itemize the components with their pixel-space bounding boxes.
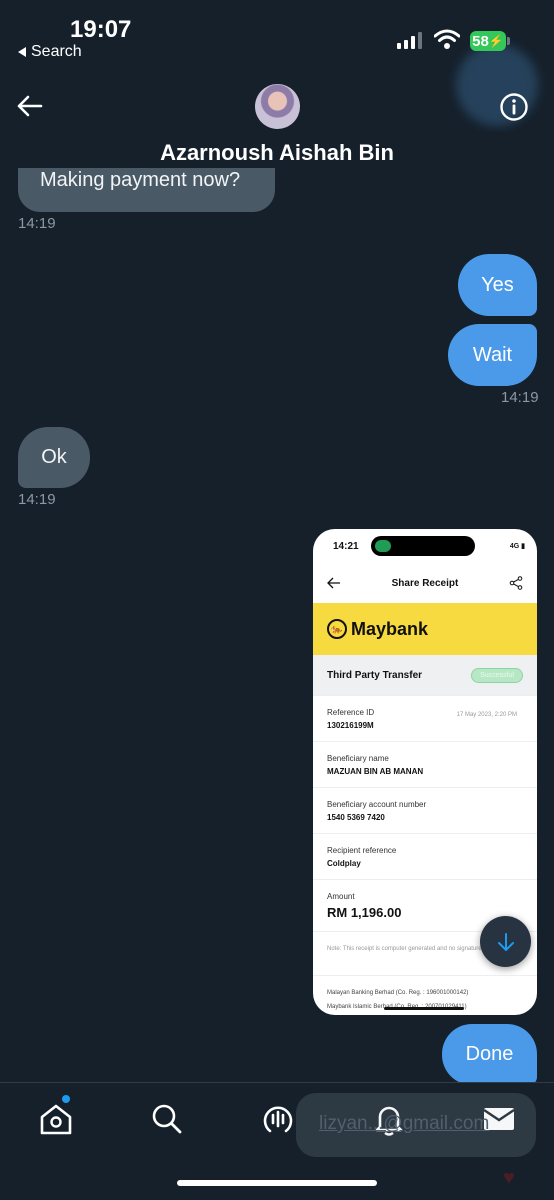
dynamic-island bbox=[371, 536, 475, 556]
message-text: Done bbox=[465, 1043, 514, 1065]
beneficiary-value: MAZUAN BIN AB MANAN bbox=[327, 766, 424, 776]
message-text: Making payment now? bbox=[40, 169, 241, 191]
transaction-date: 17 May 2023, 2:20 PM bbox=[456, 712, 517, 718]
cellular-signal-icon bbox=[397, 32, 422, 49]
watermark-email: lizyan...@gmail.com bbox=[319, 1113, 490, 1134]
arrow-down-icon bbox=[497, 932, 514, 951]
message-timestamp: 14:19 bbox=[18, 491, 56, 508]
message-text: Ok bbox=[41, 446, 67, 468]
transfer-type: Third Party Transfer bbox=[327, 669, 423, 681]
home-indicator bbox=[177, 1180, 377, 1186]
search-icon[interactable] bbox=[149, 1101, 185, 1137]
amount-label: Amount bbox=[327, 891, 355, 901]
transfer-type-row: Third Party Transfer Successful bbox=[313, 655, 537, 695]
account-label: Beneficiary account number bbox=[327, 799, 427, 809]
heart-icon: ♥ bbox=[503, 1167, 515, 1189]
back-to-search-label: Search bbox=[31, 43, 82, 60]
back-arrow-icon[interactable] bbox=[14, 90, 46, 122]
battery-level: 58 bbox=[472, 32, 489, 50]
avatar[interactable] bbox=[255, 84, 300, 129]
back-triangle-icon bbox=[18, 47, 26, 57]
spaces-icon[interactable] bbox=[260, 1101, 296, 1137]
message-timestamp: 14:19 bbox=[18, 215, 56, 232]
chat-title[interactable]: Azarnoush Aishah Bin bbox=[0, 140, 554, 166]
receipt-header: Share Receipt bbox=[313, 563, 537, 603]
beneficiary-label: Beneficiary name bbox=[327, 753, 389, 763]
receipt-screen-title: Share Receipt bbox=[391, 577, 459, 589]
battery-nub bbox=[507, 37, 510, 45]
receipt-back-icon bbox=[327, 577, 340, 589]
amount-value: RM 1,196.00 bbox=[327, 904, 402, 920]
notification-dot bbox=[62, 1095, 70, 1103]
beneficiary-row: Beneficiary name MAZUAN BIN AB MANAN bbox=[313, 741, 537, 787]
receipt-network: 4G ▮ bbox=[509, 543, 525, 550]
reference-row: Reference ID 130216199M 17 May 2023, 2:2… bbox=[313, 695, 537, 741]
home-icon[interactable] bbox=[38, 1101, 74, 1137]
maybank-brand: Maybank bbox=[351, 618, 429, 639]
message-text: Wait bbox=[472, 343, 513, 366]
message-text: Yes bbox=[481, 273, 514, 296]
message-timestamp: 14:19 bbox=[501, 389, 539, 406]
status-badge: Successful bbox=[471, 667, 523, 683]
share-icon bbox=[509, 576, 523, 590]
account-row: Beneficiary account number 1540 5369 742… bbox=[313, 787, 537, 833]
back-to-search[interactable]: Search bbox=[18, 43, 82, 61]
info-icon[interactable] bbox=[499, 92, 529, 122]
maybank-banner: 🐅 Maybank bbox=[313, 603, 537, 655]
wifi-icon bbox=[434, 29, 460, 49]
recipient-reference-value: Coldplay bbox=[327, 858, 361, 868]
message-bubble-outgoing[interactable]: Wait bbox=[448, 324, 537, 386]
message-bubble-outgoing[interactable]: Done bbox=[442, 1024, 537, 1085]
receipt-status-bar: 14:21 4G ▮ bbox=[313, 529, 537, 563]
footer-line: Malayan Banking Berhad (Co. Reg. : 19600… bbox=[327, 990, 469, 996]
recipient-reference-row: Recipient reference Coldplay bbox=[313, 833, 537, 879]
receipt-home-indicator bbox=[384, 1007, 464, 1010]
recipient-reference-label: Recipient reference bbox=[327, 845, 397, 855]
message-bubble-outgoing[interactable]: Yes bbox=[458, 254, 537, 316]
battery-icon: 58 ⚡ bbox=[470, 31, 506, 51]
status-time: 19:07 bbox=[70, 16, 132, 43]
message-bubble-incoming[interactable]: Ok bbox=[18, 427, 90, 488]
account-value: 1540 5369 7420 bbox=[327, 812, 385, 822]
maybank-logo-icon: 🐅 bbox=[327, 619, 347, 639]
scroll-to-bottom-button[interactable] bbox=[480, 916, 531, 967]
receipt-phone-time: 14:21 bbox=[333, 540, 359, 552]
reference-value: 130216199M bbox=[327, 720, 374, 730]
